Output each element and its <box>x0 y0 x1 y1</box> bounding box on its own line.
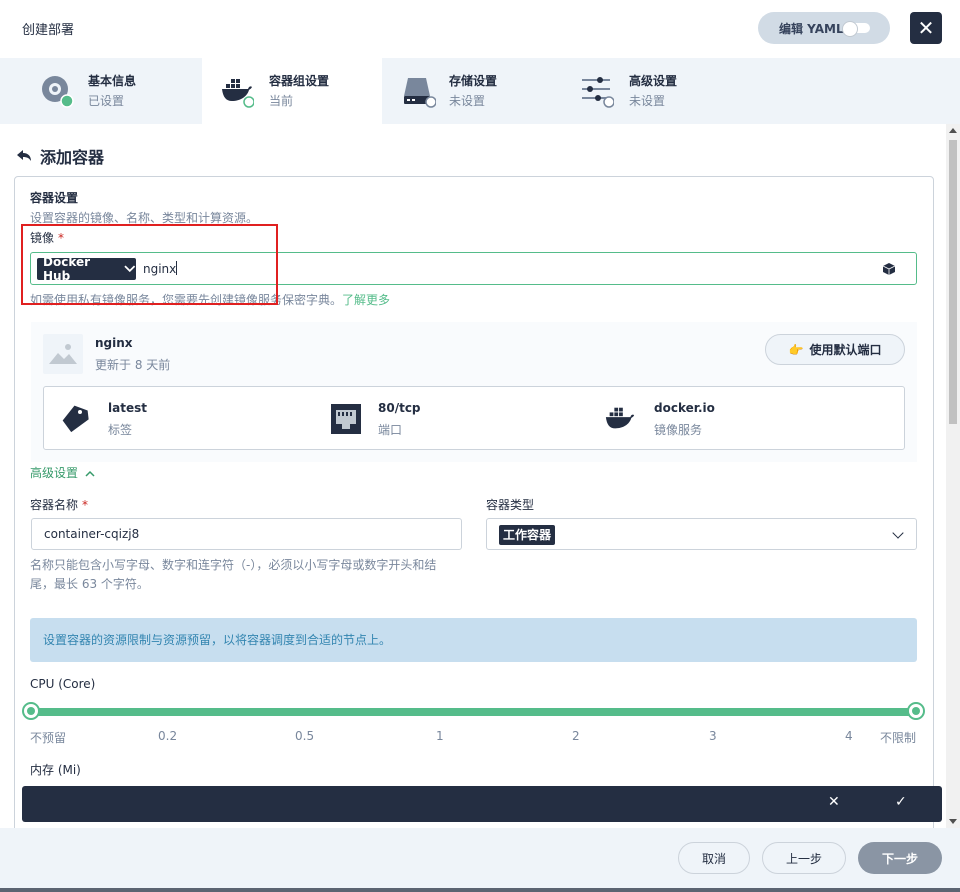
chevron-down-icon <box>892 527 904 539</box>
content-scrollbar[interactable] <box>946 124 960 828</box>
resource-info-banner: 设置容器的资源限制与资源预留，以将容器调度到合适的节点上。 <box>30 618 917 662</box>
cpu-slider-min-handle[interactable] <box>22 702 40 720</box>
cpu-tick: 2 <box>572 729 580 743</box>
scrollbar-thumb[interactable] <box>949 140 957 424</box>
back-link[interactable]: 添加容器 <box>16 144 104 168</box>
use-default-ports-label: 使用默认端口 <box>809 343 882 357</box>
cpu-slider-max-handle[interactable] <box>907 702 925 720</box>
next-step-button[interactable]: 下一步 <box>858 842 942 874</box>
step-title: 基本信息 <box>88 74 137 88</box>
cancel-button[interactable]: 取消 <box>678 842 750 874</box>
container-type-label: 容器类型 <box>486 498 535 512</box>
close-button[interactable]: ✕ <box>910 12 942 44</box>
container-name-input[interactable]: container-cqizj8 <box>31 518 462 550</box>
step-status: 未设置 <box>629 94 666 108</box>
step-title: 存储设置 <box>449 74 498 88</box>
registry-value: docker.io <box>654 401 715 415</box>
image-name: nginx <box>95 336 133 350</box>
required-mark: * <box>82 498 89 512</box>
advanced-settings-toggle[interactable]: 高级设置 <box>30 464 95 481</box>
memory-label: 内存 (Mi) <box>30 763 81 777</box>
pointing-hand-icon: 👉 <box>788 342 804 357</box>
scroll-up-icon[interactable] <box>949 128 957 133</box>
port-icon <box>331 404 361 434</box>
port-key: 端口 <box>378 423 403 437</box>
cpu-slider-track[interactable] <box>31 708 917 716</box>
basic-info-icon <box>42 76 74 108</box>
tab-advanced-settings[interactable]: 高级设置 未设置 <box>562 58 742 124</box>
container-name-label-text: 容器名称 <box>30 498 79 512</box>
cpu-tick: 0.2 <box>158 729 178 743</box>
image-placeholder-icon <box>43 334 83 374</box>
section-title: 容器设置 <box>30 191 79 205</box>
back-arrow-icon <box>17 150 31 161</box>
cpu-tick: 0.5 <box>295 729 315 743</box>
tab-pod-settings[interactable]: 容器组设置 当前 <box>202 58 382 124</box>
registry-key: 镜像服务 <box>654 423 703 437</box>
image-detail-card: nginx 更新于 8 天前 👉 使用默认端口 latest 标签 80/tcp… <box>31 322 917 462</box>
image-info-box: latest 标签 80/tcp 端口 docker.io 镜像服务 <box>43 386 905 450</box>
confirm-bar: ✕ ✓ <box>22 786 942 822</box>
port-value: 80/tcp <box>378 401 421 415</box>
image-updated-time: 更新于 8 天前 <box>95 358 171 372</box>
add-container-form: 添加容器 容器设置 设置容器的镜像、名称、类型和计算资源。 镜像 * Docker… <box>0 124 946 828</box>
container-name-help: 名称只能包含小写字母、数字和连字符（-），必须以小写字母或数字开头和结尾，最长 … <box>30 558 437 591</box>
step-status: 未设置 <box>449 94 486 108</box>
create-deployment-modal: 创建部署 编辑 YAML ✕ 基本信息 已设置 容器组设置 当前 存储设置 未设… <box>0 0 960 888</box>
confirm-button[interactable]: ✓ <box>895 794 907 810</box>
cpu-label: CPU (Core) <box>30 677 96 691</box>
modal-footer: 取消 上一步 下一步 <box>0 828 960 888</box>
cpu-tick: 不限制 <box>880 731 917 745</box>
previous-step-button[interactable]: 上一步 <box>762 842 846 874</box>
cpu-tick: 4 <box>845 729 853 743</box>
storage-icon <box>404 78 436 108</box>
modal-header: 创建部署 编辑 YAML ✕ <box>0 0 960 58</box>
advanced-settings-label: 高级设置 <box>30 466 79 480</box>
edit-yaml-label: 编辑 YAML <box>779 21 844 36</box>
cpu-tick: 3 <box>709 729 717 743</box>
cpu-tick: 不预留 <box>30 731 67 745</box>
chevron-up-icon <box>85 470 95 477</box>
toggle-switch-icon <box>842 21 870 37</box>
step-title: 容器组设置 <box>269 74 330 88</box>
highlight-box <box>21 224 278 305</box>
step-status: 已设置 <box>88 94 125 108</box>
dismiss-button[interactable]: ✕ <box>828 794 840 810</box>
tab-storage-settings[interactable]: 存储设置 未设置 <box>382 58 562 124</box>
step-status: 当前 <box>269 94 294 108</box>
cube-icon[interactable] <box>882 262 896 276</box>
wizard-steps: 基本信息 已设置 容器组设置 当前 存储设置 未设置 高级设置 未设置 <box>0 58 960 124</box>
container-name-label: 容器名称 * <box>30 496 88 513</box>
tag-key: 标签 <box>108 423 133 437</box>
container-type-value: 工作容器 <box>499 525 556 545</box>
tab-basic-info[interactable]: 基本信息 已设置 <box>0 58 180 124</box>
edit-yaml-toggle[interactable]: 编辑 YAML <box>758 12 890 44</box>
scroll-down-icon[interactable] <box>949 819 957 824</box>
use-default-ports-button[interactable]: 👉 使用默认端口 <box>765 334 905 365</box>
step-title: 高级设置 <box>629 74 678 88</box>
docker-icon <box>605 407 635 429</box>
modal-title: 创建部署 <box>22 23 75 38</box>
docker-icon <box>222 79 254 108</box>
sliders-icon <box>582 77 614 108</box>
back-title: 添加容器 <box>40 148 105 167</box>
learn-more-link[interactable]: 了解更多 <box>342 293 390 307</box>
tag-value: latest <box>108 401 147 415</box>
cpu-tick: 1 <box>436 729 444 743</box>
tag-icon <box>62 405 89 433</box>
container-type-select[interactable]: 工作容器 <box>486 518 917 550</box>
